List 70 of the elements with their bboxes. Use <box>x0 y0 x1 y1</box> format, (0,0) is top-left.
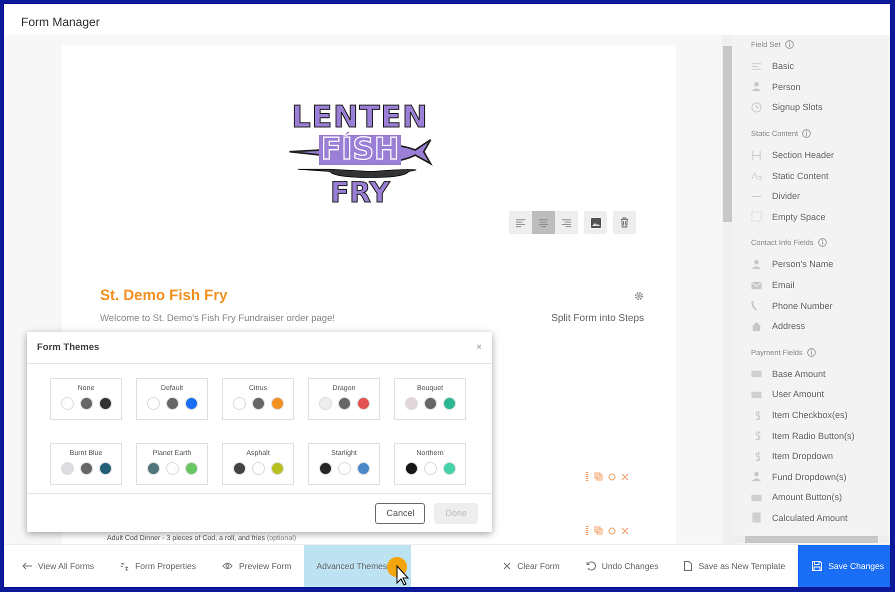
bottom-bar-button[interactable]: Form Properties <box>107 545 209 587</box>
undo-icon <box>586 561 596 571</box>
align-icon <box>561 218 572 228</box>
split-form-link[interactable]: Split Form into Steps <box>551 313 644 324</box>
form-manager-tab[interactable]: Form Manager <box>4 4 118 35</box>
close-button[interactable]: × <box>476 342 482 353</box>
lines-field-icon <box>751 60 762 72</box>
form-description: Welcome to St. Demo's Fish Fry Fundraiser order page! <box>100 313 335 324</box>
info-icon[interactable] <box>806 348 816 357</box>
field-type-item[interactable]: Person <box>751 76 890 98</box>
dialog-title: Form Themes <box>37 342 100 353</box>
logo-drawing: LENTEN FÍSH FRY <box>280 103 440 207</box>
bottom-bar-button[interactable]: Save Changes <box>798 545 890 587</box>
cursor-icon <box>386 556 412 586</box>
trash-icon <box>620 217 629 228</box>
delete-button[interactable] <box>613 211 636 234</box>
text-field-icon <box>751 170 762 182</box>
bottom-bar-button[interactable]: Advanced Themes <box>304 545 412 587</box>
field-type-item[interactable]: Email <box>751 274 890 296</box>
settings-icon[interactable] <box>634 290 644 300</box>
sliders-icon <box>120 562 130 570</box>
bottom-bar-button[interactable]: Preview Form <box>209 545 304 587</box>
field-type-item[interactable]: Base Amount <box>751 364 890 384</box>
clock-field-icon <box>751 102 762 113</box>
person-field-icon <box>751 471 762 482</box>
bottom-bar-button[interactable]: Undo Changes <box>572 545 672 587</box>
bottom-bar-button[interactable]: Clear Form <box>490 545 573 587</box>
field-type-item[interactable]: Address <box>751 316 890 337</box>
align-icon <box>538 218 549 228</box>
info-icon[interactable] <box>784 40 794 49</box>
info-icon[interactable] <box>802 128 812 138</box>
save-icon <box>812 561 822 571</box>
image-button[interactable] <box>584 211 607 234</box>
field-type-item[interactable]: Fund Dropdown(s) <box>751 466 890 488</box>
home-field-icon <box>751 320 762 332</box>
field-type-item[interactable]: Signup Slots <box>751 97 890 118</box>
field-type-item[interactable]: Empty Space <box>751 206 890 228</box>
field-type-item[interactable]: Calculated Amount <box>751 508 890 528</box>
header-field-icon <box>751 150 762 161</box>
align-center-button[interactable] <box>532 211 555 234</box>
person-field-icon <box>751 81 762 92</box>
field-type-item[interactable]: Static Content <box>751 165 890 186</box>
scrollbar[interactable] <box>722 35 733 544</box>
field-type-item[interactable]: Item Radio Button(s) <box>751 425 890 446</box>
close-icon <box>503 562 512 570</box>
field-type-item[interactable]: Basic <box>751 56 890 77</box>
eye-icon <box>222 562 233 570</box>
field-type-item[interactable]: Amount Button(s) <box>751 487 890 508</box>
field-type-item[interactable]: Item Checkbox(es) <box>751 404 890 426</box>
field-type-item[interactable]: Person's Name <box>751 254 890 275</box>
person-field-icon <box>751 258 762 270</box>
bottom-bar-button[interactable]: View All Forms <box>4 545 108 587</box>
info-icon[interactable] <box>818 238 827 248</box>
form-title: St. Demo Fish Fry <box>100 287 228 304</box>
field-type-item[interactable]: Item Dropdown <box>751 446 890 466</box>
field-type-item[interactable]: Divider <box>751 186 890 207</box>
file-icon <box>684 561 692 571</box>
align-icon <box>515 218 526 228</box>
space-field-icon <box>751 211 762 222</box>
field-type-item[interactable]: Phone Number <box>751 295 890 316</box>
money-field-icon <box>751 368 762 380</box>
field-type-item[interactable]: User Amount <box>751 384 890 405</box>
cancel-button[interactable]: Cancel <box>375 502 426 524</box>
mail-field-icon <box>751 280 762 291</box>
bottom-bar-button[interactable]: Save as New Template <box>671 545 798 587</box>
field-type-item[interactable]: Section Header <box>751 144 890 166</box>
image-icon <box>590 218 600 228</box>
arrow-left-icon <box>22 562 32 570</box>
horizontal-scrollbar[interactable] <box>733 536 890 543</box>
calc-field-icon <box>751 512 762 524</box>
